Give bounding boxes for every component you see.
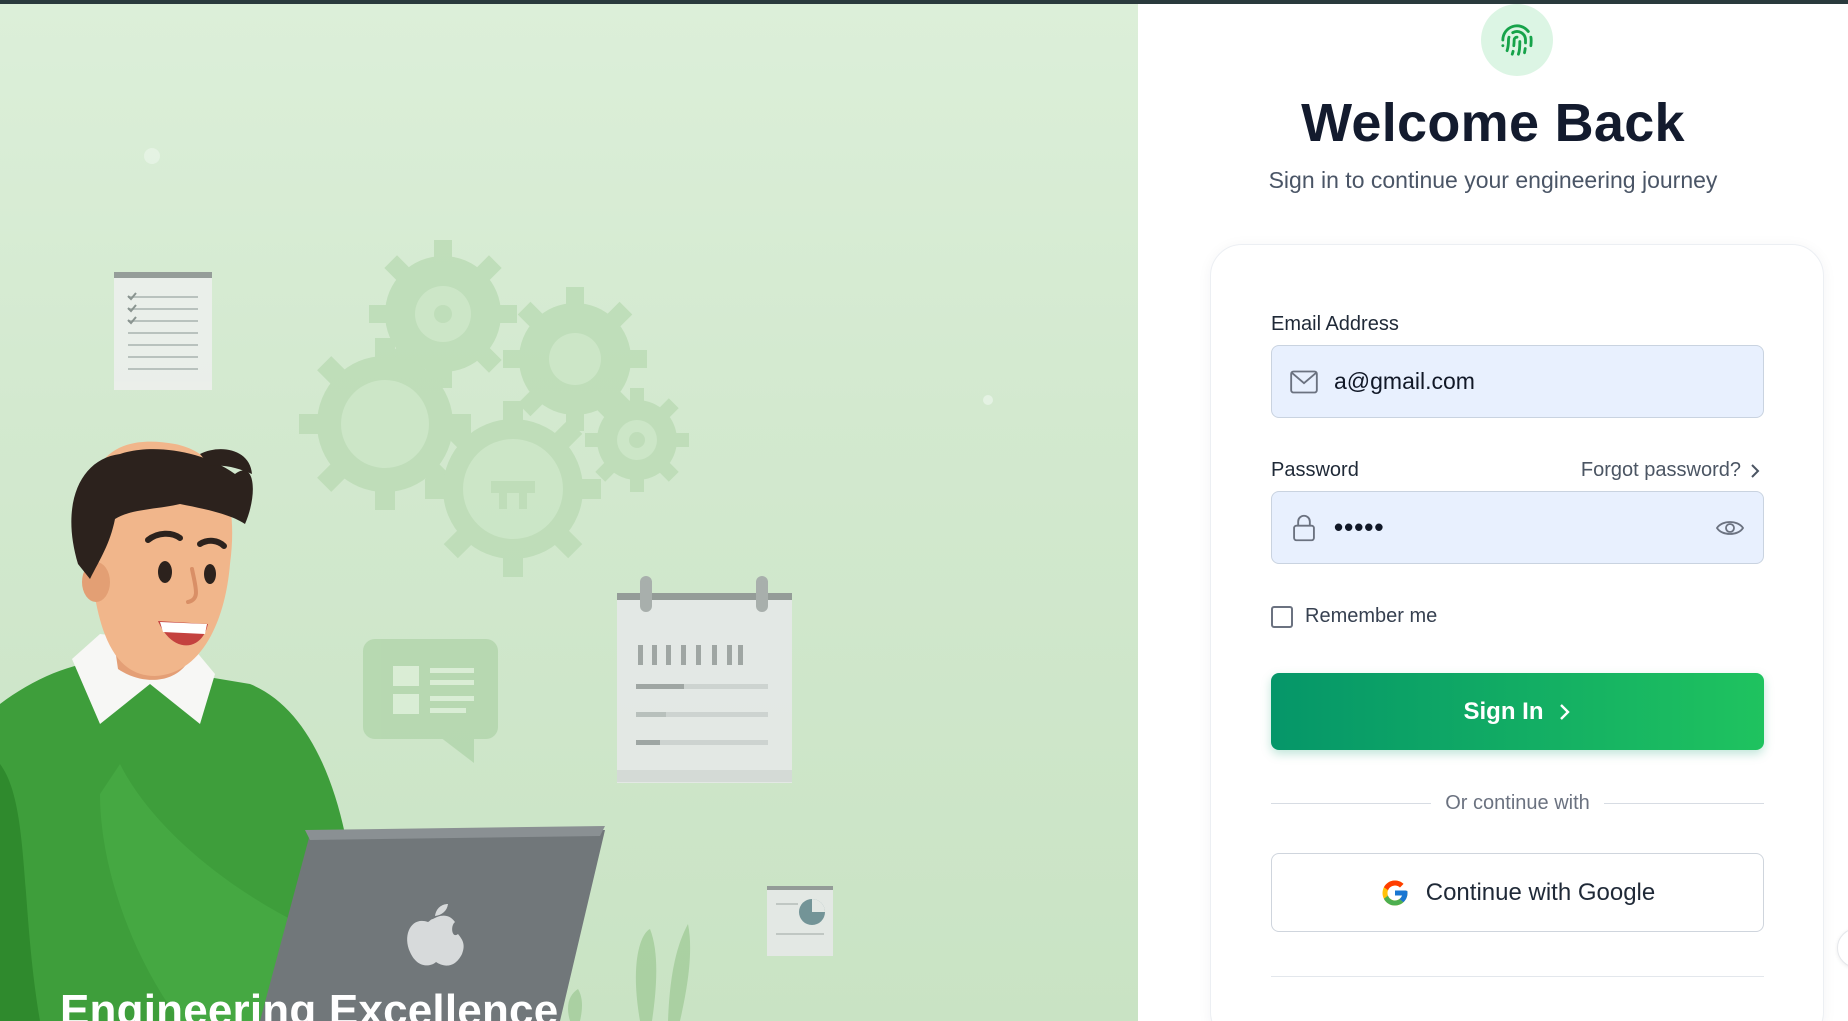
remember-me[interactable]: Remember me bbox=[1271, 605, 1437, 628]
email-input[interactable] bbox=[1334, 368, 1763, 395]
chat-bubble bbox=[363, 639, 498, 763]
checklist-note bbox=[114, 272, 212, 390]
chevron-right-icon bbox=[1559, 703, 1570, 720]
password-input[interactable]: ••••• bbox=[1334, 512, 1763, 543]
gears bbox=[299, 240, 689, 577]
engineer-illustration bbox=[0, 148, 993, 1021]
google-label: Continue with Google bbox=[1425, 878, 1656, 906]
password-field[interactable]: ••••• bbox=[1271, 491, 1764, 564]
chevron-right-icon bbox=[1751, 463, 1760, 478]
login-panel: Welcome Back Sign in to continue your en… bbox=[1138, 4, 1848, 1021]
divider-line-right bbox=[1603, 802, 1765, 804]
mail-icon bbox=[1290, 368, 1318, 396]
window-top-border bbox=[0, 0, 1848, 4]
or-divider: Or continue with bbox=[1271, 791, 1765, 815]
google-icon bbox=[1382, 880, 1408, 905]
divider-text: Or continue with bbox=[1445, 791, 1590, 814]
page-title: Welcome Back bbox=[1301, 93, 1685, 153]
remember-label: Remember me bbox=[1305, 605, 1438, 627]
hero-illustration-panel: Engineering Excellence bbox=[0, 4, 1138, 1021]
sign-in-label: Sign In bbox=[1463, 697, 1544, 725]
eye-icon[interactable] bbox=[1715, 514, 1745, 542]
report-notepad bbox=[617, 576, 792, 783]
email-field[interactable] bbox=[1271, 345, 1764, 418]
page-subtitle: Sign in to continue your engineering jou… bbox=[1268, 167, 1718, 193]
plant bbox=[567, 924, 691, 1021]
forgot-password-link[interactable]: Forgot password? bbox=[1581, 459, 1761, 482]
logo-badge bbox=[1481, 4, 1553, 76]
forgot-password-label: Forgot password? bbox=[1580, 459, 1741, 481]
google-signin-button[interactable]: Continue with Google bbox=[1271, 853, 1764, 932]
remember-checkbox[interactable] bbox=[1271, 605, 1293, 628]
sign-in-button[interactable]: Sign In bbox=[1271, 673, 1764, 750]
hero-caption: Engineering Excellence bbox=[60, 986, 559, 1021]
login-card: Email Address Password Forgot password? bbox=[1210, 244, 1824, 1021]
chart-card bbox=[767, 886, 833, 956]
card-bottom-divider bbox=[1271, 976, 1764, 977]
password-label: Password bbox=[1271, 459, 1359, 481]
divider-line-left bbox=[1271, 802, 1432, 804]
email-label: Email Address bbox=[1271, 313, 1399, 335]
fingerprint-icon bbox=[1501, 24, 1533, 56]
lock-icon bbox=[1290, 514, 1318, 542]
